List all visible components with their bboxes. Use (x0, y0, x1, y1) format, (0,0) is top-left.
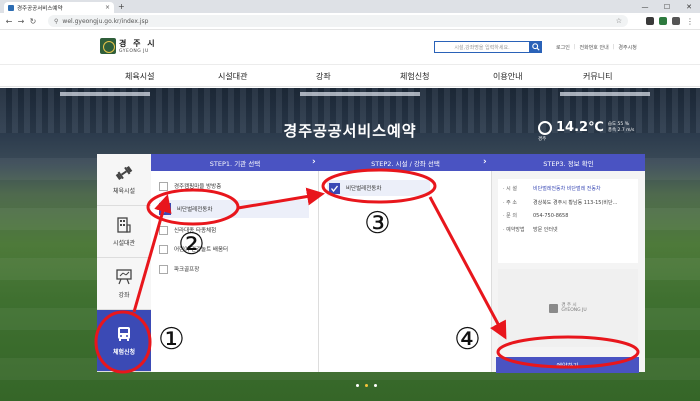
tab-close-icon[interactable]: × (105, 4, 110, 11)
program-label: 비단벌레전동차 (346, 186, 382, 192)
wind-speed: 풍속 2.7 m/s (607, 127, 635, 133)
slide-pagination (356, 384, 377, 387)
browser-menu-icon[interactable]: ⋮ (684, 17, 696, 26)
nav-community[interactable]: 커뮤니티 (583, 71, 612, 82)
tab-title: 경주공공서비스예약 (17, 5, 63, 12)
lecture-board-icon (116, 268, 132, 284)
sidebar-item-label: 체육시설 (112, 187, 136, 195)
temperature: 14.2℃ (556, 120, 604, 135)
category-sidebar: 체육시설 시설대관 강좌 체험신청 (97, 154, 151, 372)
close-window-icon[interactable]: ✕ (678, 0, 700, 13)
browser-tab[interactable]: 경주공공서비스예약 × (4, 2, 114, 13)
slide-dot[interactable] (356, 384, 359, 387)
sidebar-item-lecture[interactable]: 강좌 (97, 258, 151, 310)
nav-experience[interactable]: 체험신청 (400, 71, 429, 82)
url-field[interactable]: ⚲ wel.gyeongju.go.kr/index.jsp ☆ (48, 15, 628, 27)
bus-icon (118, 326, 130, 341)
search-button[interactable] (529, 41, 542, 53)
minimize-icon[interactable]: — (634, 0, 656, 13)
facility-label: 경주캠핑마을 방방층 (174, 184, 222, 190)
site-logo[interactable]: 경 주 시 GYEONG JU (100, 38, 157, 54)
phone-guide-link[interactable]: 전화번호 안내 (580, 44, 609, 51)
check-icon (330, 185, 339, 192)
logo-name: 경 주 시 (119, 39, 157, 48)
facility-item[interactable]: 경주캠핑마을 방방층 (159, 179, 309, 193)
bookmark-star-icon[interactable]: ☆ (616, 17, 622, 25)
maximize-icon[interactable]: ☐ (656, 0, 678, 13)
url-text: wel.gyeongju.go.kr/index.jsp (62, 17, 149, 25)
info-row-contact: · 문 의 054-750-8658 (503, 213, 569, 219)
facility-item[interactable]: 파크골프장 (159, 262, 309, 276)
login-link[interactable]: 로그인 (556, 44, 570, 51)
site-header: 경 주 시 GYEONG JU 시설,강좌명을 입력하세요. 로그인 | 전화번… (0, 30, 700, 64)
facility-checkbox-checked[interactable] (159, 203, 171, 215)
sidebar-item-label: 체험신청 (112, 348, 136, 356)
browser-tab-bar: 경주공공서비스예약 × + — ☐ ✕ (0, 0, 700, 13)
search-icon (531, 43, 540, 51)
search-input[interactable]: 시설,강좌명을 입력하세요. (434, 41, 530, 53)
facility-checkbox[interactable] (159, 225, 168, 235)
facility-thumbnail: 경 주 시 GYEONG JU (498, 269, 638, 347)
info-row-method: · 예약방법 방문 인터넷 (503, 226, 558, 233)
annotation-number-2: ② (178, 227, 205, 262)
site-favicon-icon (8, 4, 14, 11)
info-panel: · 시 설 비단벌레전동차 비단벌레 전동차 · 주 소 경상북도 경주시 황남… (492, 171, 645, 373)
facility-item-selected[interactable]: 비단벌레전동차 (159, 200, 309, 218)
sidebar-item-label: 강좌 (118, 291, 130, 299)
building-icon (117, 216, 131, 233)
forward-icon[interactable]: → (15, 17, 27, 26)
extension-icon[interactable] (659, 17, 667, 25)
city-hall-link[interactable]: 경주시청 (618, 44, 636, 51)
program-checkbox-checked[interactable] (329, 182, 340, 194)
sidebar-item-experience[interactable]: 체험신청 (97, 310, 151, 372)
program-item-selected[interactable]: 비단벌레전동차 (327, 180, 430, 196)
sidebar-item-sports[interactable]: 체육시설 (97, 154, 151, 206)
facility-checkbox[interactable] (159, 264, 168, 274)
sun-icon (538, 120, 552, 135)
annotation-number-3: ③ (364, 206, 391, 241)
step-arrow-icon: › (483, 157, 487, 167)
city-emblem-icon (100, 38, 116, 54)
slide-dot[interactable] (374, 384, 377, 387)
weather-location: 경주 (538, 137, 547, 142)
annotation-number-1: ① (158, 322, 185, 357)
extension-icon[interactable] (646, 17, 654, 25)
weather-widget: 14.2℃ 습도 55 % 풍속 2.7 m/s 경주 (538, 120, 635, 142)
step2-header: STEP2. 시설 / 강좌 선택 (319, 154, 492, 171)
nav-guide[interactable]: 이용안내 (493, 71, 522, 82)
address-bar-row: ← → ↻ ⚲ wel.gyeongju.go.kr/index.jsp ☆ ⋮ (0, 13, 700, 30)
info-row-address: · 주 소 경상북도 경주시 황남동 113-15(비단... (503, 199, 618, 206)
facility-name-link[interactable]: 비단벌레전동차 비단벌레 전동차 (533, 183, 601, 197)
sidebar-item-label: 시설대관 (112, 239, 136, 247)
dumbbell-icon (115, 165, 133, 180)
site-info-icon[interactable]: ⚲ (54, 18, 58, 25)
sidebar-item-rental[interactable]: 시설대관 (97, 206, 151, 258)
nav-lecture[interactable]: 강좌 (316, 71, 331, 82)
main-navigation: 체육시설 시설대관 강좌 체험신청 이용안내 커뮤니티 (0, 64, 700, 87)
step3-header: STEP3. 정보 확인 (492, 154, 645, 171)
facility-checkbox[interactable] (159, 244, 168, 254)
back-icon[interactable]: ← (3, 17, 15, 26)
nav-sports-facility[interactable]: 체육시설 (125, 71, 154, 82)
utility-links: 로그인 | 전화번호 안내 | 경주시청 (556, 44, 637, 51)
facility-info: · 시 설 비단벌레전동차 비단벌레 전동차 · 주 소 경상북도 경주시 황남… (498, 179, 638, 263)
new-tab-button[interactable]: + (118, 2, 125, 11)
slide-dot-active[interactable] (365, 384, 368, 387)
step1-header: STEP1. 기관 선택 (151, 154, 319, 171)
facility-checkbox[interactable] (159, 181, 168, 191)
logo-sub: GYEONG JU (119, 49, 149, 54)
thumb-logo-sub: GYEONG JU (561, 308, 587, 313)
facility-label: 파크골프장 (174, 267, 200, 273)
city-emblem-icon (549, 303, 559, 313)
reserve-button[interactable]: 예약하기 (496, 357, 639, 373)
reload-icon[interactable]: ↻ (27, 17, 39, 26)
nav-facility-rental[interactable]: 시설대관 (218, 71, 247, 82)
window-controls: — ☐ ✕ (634, 0, 700, 13)
info-row-facility: · 시 설 비단벌레전동차 비단벌레 전동차 (503, 183, 633, 197)
step-arrow-icon: › (312, 157, 316, 167)
facility-label: 비단벌레전동차 (177, 207, 213, 213)
annotation-number-4: ④ (454, 322, 481, 357)
check-icon (161, 206, 169, 213)
extension-icon[interactable] (672, 17, 680, 25)
